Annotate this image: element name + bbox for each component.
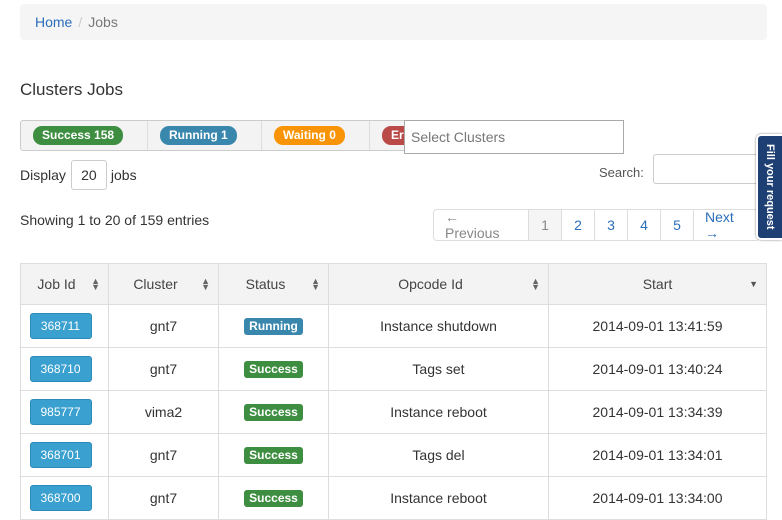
filter-cell-success: Success 158 [21, 121, 148, 150]
pagination-page-1[interactable]: 1 [529, 210, 562, 240]
cell-opcode: Instance reboot [328, 476, 549, 520]
search-label: Search: [599, 165, 644, 180]
cell-start: 2014-09-01 13:41:59 [548, 304, 767, 348]
status-badge: Running [244, 318, 303, 335]
cell-status: Success [218, 433, 329, 477]
cell-status: Success [218, 390, 329, 434]
cell-opcode: Tags del [328, 433, 549, 477]
feedback-tab-label: Fill your request [764, 144, 776, 230]
cell-job-id: 985777 [20, 390, 109, 434]
filter-cell-running: Running 1 [148, 121, 262, 150]
job-id-button[interactable]: 368711 [29, 313, 92, 339]
search-input[interactable] [653, 154, 763, 184]
column-header-cluster[interactable]: Cluster ▲ ▼ [108, 263, 219, 305]
table-row: 368711 gnt7 Running Instance shutdown 20… [20, 304, 767, 348]
column-header-opcode-id[interactable]: Opcode Id ▲ ▼ [328, 263, 549, 305]
column-header-start[interactable]: Start ▼ [548, 263, 767, 305]
cell-cluster: gnt7 [108, 433, 219, 477]
job-id-button[interactable]: 368700 [29, 485, 92, 511]
pagination-previous[interactable]: ← Previous [434, 210, 529, 240]
pagination-page-5[interactable]: 5 [661, 210, 694, 240]
sort-both-icon: ▲ ▼ [201, 276, 210, 292]
display-suffix-label: jobs [110, 167, 137, 183]
cell-cluster: gnt7 [108, 476, 219, 520]
cell-start: 2014-09-01 13:40:24 [548, 347, 767, 391]
feedback-tab[interactable]: Fill your request [756, 134, 782, 240]
cell-status: Success [218, 347, 329, 391]
cell-start: 2014-09-01 13:34:39 [548, 390, 767, 434]
pagination-page-4[interactable]: 4 [628, 210, 661, 240]
job-id-button[interactable]: 368710 [29, 356, 92, 382]
display-prefix-label: Display [20, 167, 66, 183]
filter-waiting-button[interactable]: Waiting 0 [274, 126, 345, 145]
sort-both-icon: ▲ ▼ [531, 276, 540, 292]
status-badge: Success [244, 490, 303, 507]
pagination: ← Previous 1 2 3 4 5 Next → [433, 209, 760, 241]
filter-cell-waiting: Waiting 0 [262, 121, 370, 150]
status-badge: Success [244, 404, 303, 421]
jobs-table: Job Id ▲ ▼ Cluster ▲ ▼ Status ▲ ▼ Opcode Id… [20, 263, 767, 520]
cell-opcode: Instance shutdown [328, 304, 549, 348]
cell-job-id: 368700 [20, 476, 109, 520]
pagination-page-3[interactable]: 3 [595, 210, 628, 240]
display-length-control: Display jobs [20, 160, 137, 190]
cell-start: 2014-09-01 13:34:00 [548, 476, 767, 520]
table-row: 985777 vima2 Success Instance reboot 201… [20, 390, 767, 434]
status-badge: Success [244, 361, 303, 378]
filter-running-button[interactable]: Running 1 [160, 126, 237, 145]
cell-start: 2014-09-01 13:34:01 [548, 433, 767, 477]
breadcrumb-current: Jobs [88, 14, 118, 30]
sort-descending-icon: ▼ [749, 279, 758, 289]
table-row: 368700 gnt7 Success Instance reboot 2014… [20, 476, 767, 520]
cell-opcode: Instance reboot [328, 390, 549, 434]
column-header-status[interactable]: Status ▲ ▼ [218, 263, 329, 305]
breadcrumb-home-link[interactable]: Home [35, 14, 72, 30]
pagination-page-2[interactable]: 2 [562, 210, 595, 240]
display-length-input[interactable] [70, 160, 107, 190]
cell-job-id: 368711 [20, 304, 109, 348]
breadcrumb: Home / Jobs [20, 4, 767, 40]
sort-both-icon: ▲ ▼ [311, 276, 320, 292]
cell-cluster: gnt7 [108, 304, 219, 348]
cell-cluster: gnt7 [108, 347, 219, 391]
status-filter-bar: Success 158 Running 1 Waiting 0 Error 0 [20, 120, 460, 151]
filter-success-button[interactable]: Success 158 [33, 126, 124, 145]
select-clusters-input[interactable] [404, 120, 624, 154]
column-header-job-id[interactable]: Job Id ▲ ▼ [20, 263, 109, 305]
table-row: 368710 gnt7 Success Tags set 2014-09-01 … [20, 347, 767, 391]
cell-status: Running [218, 304, 329, 348]
table-row: 368701 gnt7 Success Tags del 2014-09-01 … [20, 433, 767, 477]
status-badge: Success [244, 447, 303, 464]
cell-opcode: Tags set [328, 347, 549, 391]
cell-cluster: vima2 [108, 390, 219, 434]
entries-info: Showing 1 to 20 of 159 entries [20, 212, 210, 228]
cell-job-id: 368701 [20, 433, 109, 477]
page-title: Clusters Jobs [20, 80, 123, 99]
table-header-row: Job Id ▲ ▼ Cluster ▲ ▼ Status ▲ ▼ Opcode Id… [20, 263, 767, 305]
sort-both-icon: ▲ ▼ [91, 276, 100, 292]
breadcrumb-separator: / [78, 14, 83, 30]
cell-status: Success [218, 476, 329, 520]
job-id-button[interactable]: 985777 [29, 399, 92, 425]
pagination-next[interactable]: Next → [694, 210, 759, 240]
cell-job-id: 368710 [20, 347, 109, 391]
job-id-button[interactable]: 368701 [29, 442, 92, 468]
